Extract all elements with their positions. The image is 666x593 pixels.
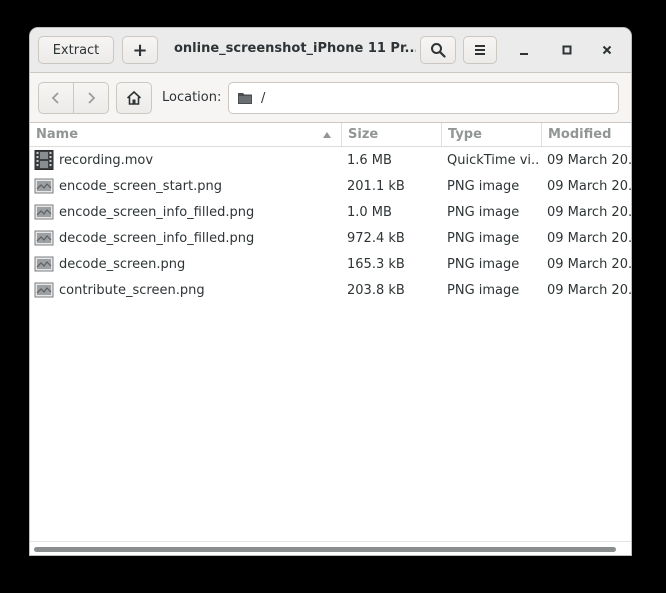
column-header-type-label: Type [448, 127, 482, 142]
column-header-modified[interactable]: Modified [542, 123, 631, 146]
search-icon [431, 43, 446, 58]
column-header-modified-label: Modified [548, 127, 612, 142]
image-file-icon [34, 256, 54, 272]
menu-button[interactable] [463, 36, 497, 64]
hamburger-menu-icon [475, 45, 485, 55]
horizontal-scrollbar[interactable] [30, 541, 631, 555]
location-toolbar: Location: / [30, 73, 631, 123]
image-file-icon [34, 178, 54, 194]
image-file-icon [34, 282, 54, 298]
close-icon [602, 45, 612, 55]
column-header-type[interactable]: Type [442, 123, 542, 146]
file-modified: 09 March 20... [547, 282, 631, 298]
file-size: 203.8 kB [347, 282, 405, 298]
file-size: 972.4 kB [347, 230, 405, 246]
file-type: PNG image [447, 256, 520, 272]
column-header-name[interactable]: Name [30, 123, 342, 146]
file-modified: 09 March 20... [547, 178, 631, 194]
image-file-icon [34, 230, 54, 246]
sort-ascending-icon [323, 132, 331, 138]
location-field[interactable]: / [228, 82, 619, 114]
file-row[interactable]: contribute_screen.png 203.8 kB PNG image… [30, 277, 631, 303]
file-modified: 09 March 20... [547, 152, 631, 168]
extract-button-label: Extract [52, 42, 100, 58]
archive-manager-window: Extract + online_screenshot_iPhone 11 Pr… [30, 28, 631, 555]
maximize-button[interactable] [556, 39, 578, 61]
maximize-icon [562, 45, 572, 55]
column-header-row: Name Size Type Modified [30, 123, 631, 147]
back-button[interactable] [38, 82, 74, 114]
column-header-name-label: Name [36, 127, 79, 142]
search-button[interactable] [420, 36, 456, 64]
scrollbar-thumb[interactable] [34, 547, 616, 552]
chevron-left-icon [51, 92, 59, 104]
file-size: 201.1 kB [347, 178, 405, 194]
file-type: PNG image [447, 230, 520, 246]
location-value: / [261, 90, 266, 106]
file-name: recording.mov [59, 152, 154, 168]
file-list: recording.mov 1.6 MB QuickTime vi... 09 … [30, 147, 631, 303]
file-name: contribute_screen.png [59, 282, 205, 298]
file-size: 165.3 kB [347, 256, 405, 272]
image-file-icon [34, 204, 54, 220]
minimize-icon [520, 53, 528, 55]
add-files-button[interactable]: + [122, 36, 158, 64]
minimize-button[interactable] [513, 39, 535, 61]
home-button[interactable] [116, 82, 152, 114]
forward-button[interactable] [73, 82, 109, 114]
file-row[interactable]: encode_screen_info_filled.png 1.0 MB PNG… [30, 199, 631, 225]
file-row[interactable]: encode_screen_start.png 201.1 kB PNG ima… [30, 173, 631, 199]
file-name: decode_screen_info_filled.png [59, 230, 255, 246]
file-name: decode_screen.png [59, 256, 186, 272]
chevron-right-icon [88, 92, 96, 104]
location-label: Location: [162, 90, 222, 105]
headerbar: Extract + online_screenshot_iPhone 11 Pr… [30, 28, 631, 73]
video-file-icon [34, 150, 54, 170]
window-title: online_screenshot_iPhone 11 Pr... [174, 41, 416, 56]
file-row[interactable]: decode_screen_info_filled.png 972.4 kB P… [30, 225, 631, 251]
file-type: PNG image [447, 204, 520, 220]
file-type: QuickTime vi... [447, 152, 539, 168]
file-size: 1.6 MB [347, 152, 392, 168]
folder-icon [238, 93, 252, 104]
home-icon [126, 90, 142, 105]
file-size: 1.0 MB [347, 204, 392, 220]
column-header-size[interactable]: Size [342, 123, 442, 146]
column-header-size-label: Size [348, 127, 379, 142]
file-modified: 09 March 20... [547, 230, 631, 246]
file-type: PNG image [447, 178, 520, 194]
file-type: PNG image [447, 282, 520, 298]
file-row[interactable]: decode_screen.png 165.3 kB PNG image 09 … [30, 251, 631, 277]
extract-button[interactable]: Extract [38, 36, 114, 64]
file-modified: 09 March 20... [547, 256, 631, 272]
file-name: encode_screen_start.png [59, 178, 222, 194]
file-row[interactable]: recording.mov 1.6 MB QuickTime vi... 09 … [30, 147, 631, 173]
close-button[interactable] [596, 39, 618, 61]
file-modified: 09 March 20... [547, 204, 631, 220]
file-name: encode_screen_info_filled.png [59, 204, 255, 220]
add-icon: + [132, 39, 148, 61]
